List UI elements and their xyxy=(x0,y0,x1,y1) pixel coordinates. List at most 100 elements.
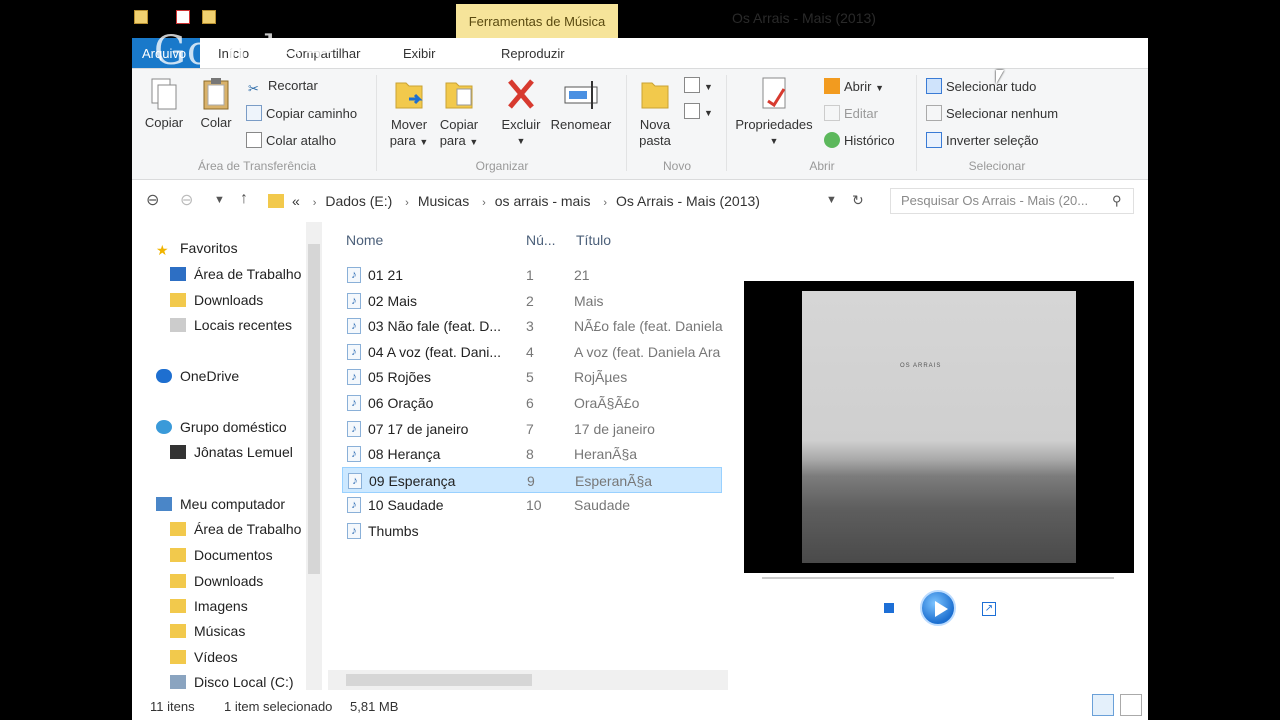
move-to-button[interactable]: Mover para ▼ xyxy=(386,75,432,150)
rename-button[interactable]: Renomear xyxy=(546,75,616,133)
properties-icon[interactable] xyxy=(176,10,190,24)
seek-bar[interactable] xyxy=(762,577,1114,579)
file-row[interactable]: ♪ 07 17 de janeiro 7 17 de janeiro xyxy=(342,416,722,442)
copy-path-button[interactable]: Copiar caminho xyxy=(246,105,357,122)
column-header-name[interactable]: Nome xyxy=(346,232,383,248)
drive-icon xyxy=(170,675,186,689)
explorer-window: Ferramentas de Música Os Arrais - Mais (… xyxy=(132,0,1148,720)
nav-documents[interactable]: Documentos xyxy=(170,547,273,563)
paste-label: Colar xyxy=(200,115,232,130)
details-view-icon[interactable] xyxy=(1092,694,1114,716)
nav-user[interactable]: Jônatas Lemuel xyxy=(170,444,293,460)
horizontal-scrollbar-thumb[interactable] xyxy=(346,674,532,686)
breadcrumb-drive[interactable]: Dados (E:) xyxy=(325,193,392,209)
file-row[interactable]: ♪ 09 Esperança 9 EsperanÃ§a xyxy=(342,466,722,493)
copy-to-button[interactable]: Copiar para ▼ xyxy=(436,75,482,150)
nav-computer[interactable]: Meu computador xyxy=(156,496,285,512)
file-num: 3 xyxy=(526,318,534,335)
new-item-button[interactable]: ▼ xyxy=(684,77,713,95)
move-to-label: Mover xyxy=(390,117,428,132)
stop-icon[interactable] xyxy=(884,603,894,613)
nav-pc-downloads[interactable]: Downloads xyxy=(170,573,263,589)
audio-file-icon: ♪ xyxy=(347,497,361,514)
open-button[interactable]: Abrir ▼ xyxy=(824,78,884,96)
folder-icon[interactable] xyxy=(134,10,148,24)
file-name: 01 21 xyxy=(368,267,404,283)
select-all-button[interactable]: Selecionar tudo xyxy=(926,78,1036,95)
nav-local-disk[interactable]: Disco Local (C:) xyxy=(170,674,294,690)
file-row[interactable]: ♪ 08 Herança 8 HeranÃ§a xyxy=(342,441,722,467)
breadcrumb-separator: › xyxy=(482,197,486,209)
file-num: 9 xyxy=(527,472,535,489)
recent-locations-chevron-icon[interactable]: ▼ xyxy=(214,194,225,206)
album-cover-text: OS ARRAIS xyxy=(900,363,942,369)
nav-onedrive[interactable]: OneDrive xyxy=(156,368,239,384)
breadcrumb-os-arrais[interactable]: os arrais - mais xyxy=(495,193,591,209)
copy-button[interactable]: Copiar xyxy=(142,77,186,131)
file-row[interactable]: ♪ 01 21 1 21 xyxy=(342,262,722,288)
nav-homegroup[interactable]: Grupo doméstico xyxy=(156,419,287,435)
nav-scrollbar-thumb[interactable] xyxy=(308,244,320,574)
paste-button[interactable]: Colar xyxy=(194,77,238,131)
nav-videos[interactable]: Vídeos xyxy=(170,649,238,665)
nav-music[interactable]: Músicas xyxy=(170,623,245,639)
new-folder-button[interactable]: Nova pasta xyxy=(632,75,678,149)
file-num: 6 xyxy=(526,395,534,411)
easy-access-button[interactable]: ▼ xyxy=(684,103,713,121)
horizontal-scrollbar[interactable] xyxy=(328,670,728,690)
nav-pc-desktop[interactable]: Área de Trabalho xyxy=(170,521,301,537)
large-icons-view-icon[interactable] xyxy=(1120,694,1142,716)
open-player-icon[interactable]: ↗ xyxy=(982,602,996,616)
back-arrow-icon[interactable]: ⊖ xyxy=(146,190,159,210)
music-tools-tab[interactable]: Ferramentas de Música xyxy=(456,4,618,38)
breadcrumb-overflow[interactable]: « xyxy=(292,193,300,209)
nav-recent[interactable]: Locais recentes xyxy=(170,317,292,333)
nav-desktop[interactable]: Área de Trabalho xyxy=(170,266,301,282)
tab-play[interactable]: Reproduzir xyxy=(501,46,565,61)
file-name: 10 Saudade xyxy=(368,497,444,514)
column-header-title[interactable]: Título xyxy=(576,232,611,248)
refresh-icon[interactable]: ↻ xyxy=(852,192,864,209)
selection-size: 5,81 MB xyxy=(350,699,399,714)
new-folder-icon[interactable] xyxy=(202,10,216,24)
file-row[interactable]: ♪ Thumbs xyxy=(342,518,722,544)
clipboard-icon xyxy=(203,78,229,110)
nav-images[interactable]: Imagens xyxy=(170,598,248,614)
invert-selection-button[interactable]: Inverter seleção xyxy=(926,132,1039,149)
select-none-button[interactable]: Selecionar nenhum xyxy=(926,105,1058,122)
file-row[interactable]: ♪ 04 A voz (feat. Dani... 4 A voz (feat. Da… xyxy=(342,339,722,365)
new-folder-label: Nova xyxy=(639,117,671,132)
breadcrumb-musicas[interactable]: Musicas xyxy=(418,193,469,209)
file-row[interactable]: ♪ 05 Rojões 5 RojÃµes xyxy=(342,364,722,390)
breadcrumb-album[interactable]: Os Arrais - Mais (2013) xyxy=(616,193,760,209)
properties-button[interactable]: Propriedades ▼ xyxy=(732,75,816,149)
column-header-number[interactable]: Nú... xyxy=(526,232,556,248)
copy-icon xyxy=(151,78,177,110)
search-icon[interactable]: ⚲ xyxy=(1112,193,1122,209)
address-dropdown-chevron-icon[interactable]: ▼ xyxy=(826,194,837,206)
file-title: 21 xyxy=(574,267,590,283)
history-button[interactable]: Histórico xyxy=(824,132,895,149)
search-input[interactable]: Pesquisar Os Arrais - Mais (20... xyxy=(890,188,1134,214)
file-row[interactable]: ♪ 06 Oração 6 OraÃ§Ã£o xyxy=(342,390,722,416)
group-separator xyxy=(726,75,727,171)
nav-favorites[interactable]: ★ Favoritos xyxy=(156,240,238,258)
file-num: 10 xyxy=(526,497,542,514)
forward-arrow-icon: ⊖ xyxy=(180,192,194,209)
music-folder-icon xyxy=(170,624,186,638)
address-bar[interactable]: « › Dados (E:) › Musicas › os arrais - mais… xyxy=(268,188,868,214)
group-organize-label: Organizar xyxy=(475,159,529,173)
cut-button[interactable]: ✂ Recortar xyxy=(248,78,318,97)
folder-icon xyxy=(268,194,284,208)
copy-to-label-2: para xyxy=(439,133,466,148)
tab-view[interactable]: Exibir xyxy=(403,46,436,61)
file-row[interactable]: ♪ 02 Mais 2 Mais xyxy=(342,288,722,314)
delete-button[interactable]: Excluir ▼ xyxy=(498,75,544,149)
group-open-label: Abrir xyxy=(809,159,835,173)
play-icon[interactable] xyxy=(920,590,956,626)
up-arrow-icon[interactable]: ↑ xyxy=(240,190,248,208)
file-row[interactable]: ♪ 10 Saudade 10 Saudade xyxy=(342,492,722,518)
file-row[interactable]: ♪ 03 Não fale (feat. D... 3 NÃ£o fale (feat… xyxy=(342,313,723,339)
paste-shortcut-button[interactable]: Colar atalho xyxy=(246,132,336,149)
nav-downloads[interactable]: Downloads xyxy=(170,292,263,308)
